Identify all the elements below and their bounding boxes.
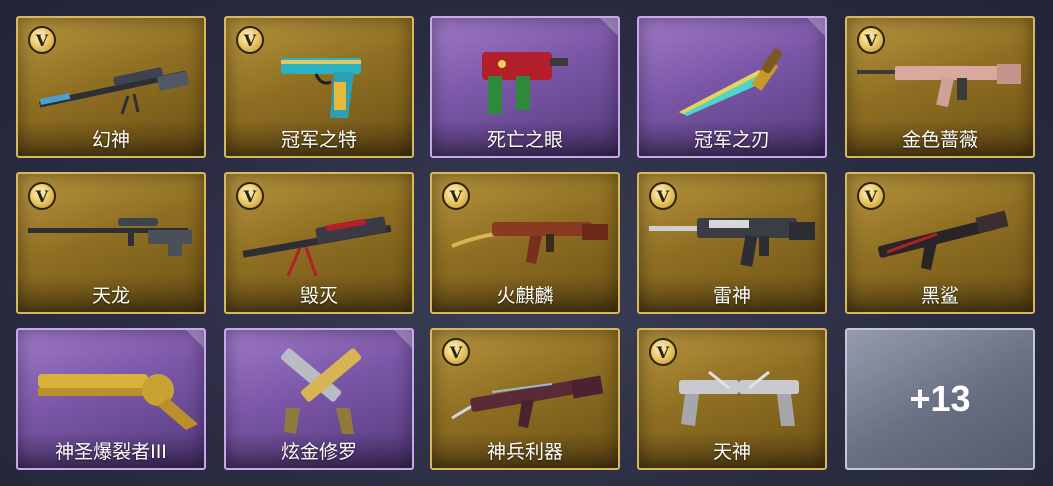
corner-decoration (186, 330, 204, 348)
corner-decoration (600, 18, 618, 36)
weapon-card-9[interactable]: V 雷神 (637, 172, 827, 314)
weapon-name: 炫金修罗 (226, 432, 412, 468)
pistol-icon (281, 58, 361, 118)
weapon-name: 幻神 (18, 120, 204, 156)
sniper-rifle-icon (39, 67, 190, 115)
heavy-sniper-icon (242, 216, 392, 277)
assault-rifle-icon (857, 64, 1021, 107)
weapon-name: 雷神 (639, 276, 825, 312)
ak-rifle-icon (451, 375, 604, 428)
weapon-name: 神兵利器 (432, 432, 618, 468)
more-count-label: +13 (909, 378, 971, 419)
weapon-name: 冠军之特 (226, 120, 412, 156)
weapon-name: 天龙 (18, 276, 204, 312)
ak-rifle-icon (877, 210, 1009, 270)
weapon-name: 火麒麟 (432, 276, 618, 312)
smg-icon (482, 52, 568, 114)
weapon-card-8[interactable]: V 火麒麟 (430, 172, 620, 314)
weapon-card-6[interactable]: V 天龙 (16, 172, 206, 314)
more-weapons-button[interactable]: +13 (845, 328, 1035, 470)
corner-decoration (807, 18, 825, 36)
weapon-card-11[interactable]: 神圣爆裂者III (16, 328, 206, 470)
corner-decoration (394, 330, 412, 348)
weapon-name: 死亡之眼 (432, 120, 618, 156)
shotgun-icon (38, 374, 198, 430)
weapon-name: 冠军之刃 (639, 120, 825, 156)
weapon-card-10[interactable]: V 黑鲨 (845, 172, 1035, 314)
dual-pistol-icon (679, 370, 799, 426)
weapon-card-5[interactable]: V 金色蔷薇 (845, 16, 1035, 158)
weapon-card-14[interactable]: V 天神 (637, 328, 827, 470)
weapon-name: 天神 (639, 432, 825, 468)
weapon-card-7[interactable]: V 毁灭 (224, 172, 414, 314)
weapon-card-12[interactable]: 炫金修罗 (224, 328, 414, 470)
weapon-card-4[interactable]: 冠军之刃 (637, 16, 827, 158)
weapon-card-2[interactable]: V 冠军之特 (224, 16, 414, 158)
knife-icon (679, 48, 783, 116)
m4-rifle-icon (649, 218, 815, 267)
weapon-name: 黑鲨 (847, 276, 1033, 312)
weapon-card-13[interactable]: V 神兵利器 (430, 328, 620, 470)
dual-pistol-icon (280, 348, 362, 434)
sniper-rifle-icon (28, 218, 192, 256)
weapon-grid: V 幻神 V 冠军之特 死亡之眼 冠军之刃 V 金色蔷薇 V 天龙 V 毁灭 V… (0, 0, 1053, 486)
ak-rifle-icon (451, 222, 608, 264)
weapon-name: 毁灭 (226, 276, 412, 312)
weapon-name: 神圣爆裂者III (18, 432, 204, 468)
weapon-name: 金色蔷薇 (847, 120, 1033, 156)
weapon-card-3[interactable]: 死亡之眼 (430, 16, 620, 158)
weapon-card-1[interactable]: V 幻神 (16, 16, 206, 158)
